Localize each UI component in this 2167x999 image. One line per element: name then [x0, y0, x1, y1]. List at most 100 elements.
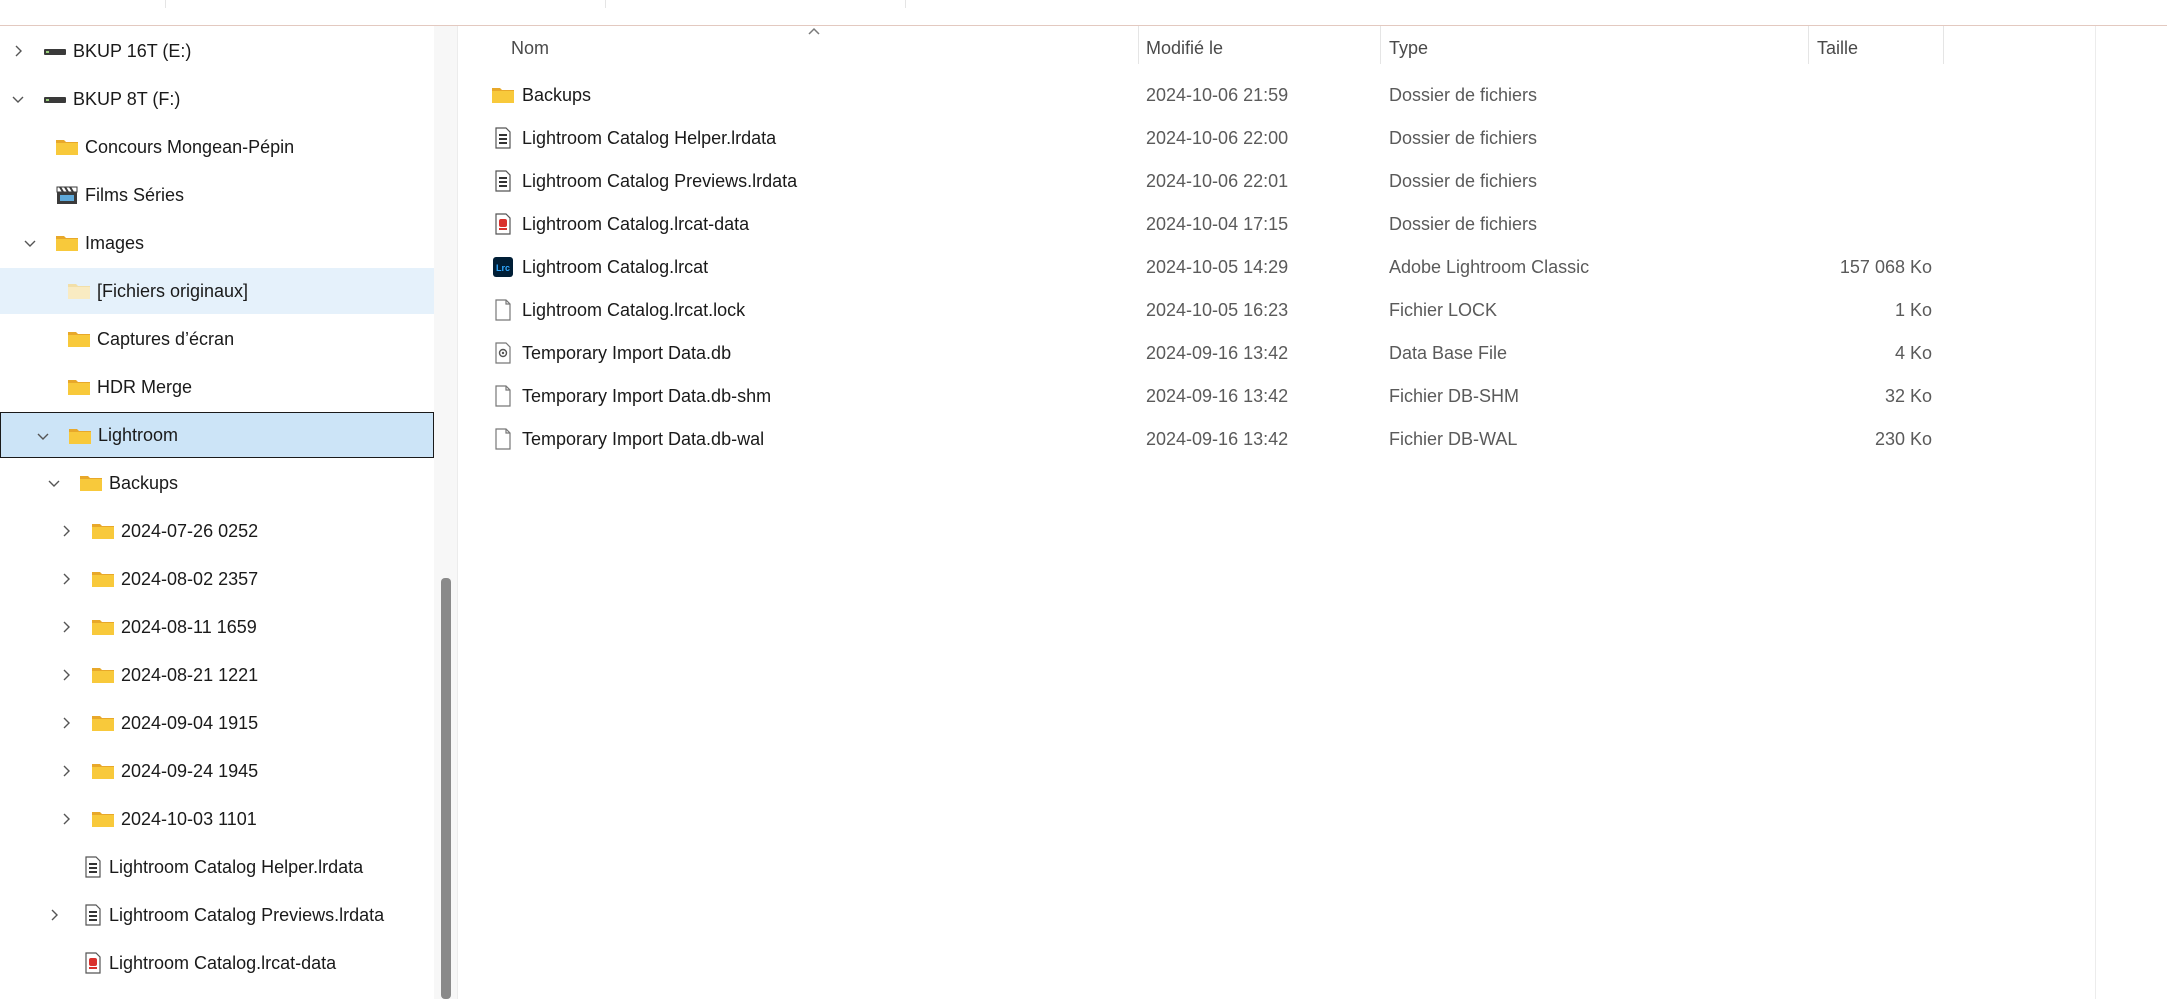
chevron-right-icon[interactable]: [59, 524, 73, 538]
chevron-right-icon[interactable]: [59, 572, 73, 586]
nav-tree-item[interactable]: BKUP 16T (E:): [0, 28, 434, 74]
folder-icon: [55, 233, 79, 253]
file-row[interactable]: Temporary Import Data.db-shm 2024-09-16 1…: [458, 375, 2048, 417]
folder-icon: [67, 377, 91, 397]
file-size: 4 Ko: [1894, 342, 1932, 363]
file-type: Dossier de fichiers: [1389, 213, 1538, 234]
file-type: Dossier de fichiers: [1389, 127, 1538, 148]
nav-tree-item[interactable]: 2024-10-03 1101: [0, 796, 434, 842]
folder-icon: [91, 569, 115, 589]
column-header-modified[interactable]: Modifié le: [1146, 26, 1346, 70]
file-name: Lightroom Catalog.lrcat.lock: [522, 299, 746, 320]
nav-scrollbar[interactable]: [434, 26, 458, 999]
chevron-down-icon[interactable]: [11, 92, 25, 106]
scrollbar-thumb[interactable]: [441, 578, 451, 999]
nav-tree-item[interactable]: Lightroom Catalog.lrcat-data: [0, 940, 434, 986]
column-divider[interactable]: [1943, 26, 1944, 64]
navigation-pane[interactable]: BKUP 16T (E:) BKUP 8T (F:) Concours Mongea…: [0, 26, 434, 999]
file-name: Lightroom Catalog.lrcat: [522, 256, 709, 277]
column-divider[interactable]: [1808, 26, 1809, 64]
column-header-type[interactable]: Type: [1389, 26, 1689, 70]
folder-icon: [79, 473, 103, 493]
file-size: 32 Ko: [1884, 385, 1932, 406]
nav-tree-item[interactable]: Images: [0, 220, 434, 266]
folder-icon: [55, 137, 79, 157]
nav-tree-item[interactable]: 2024-08-11 1659: [0, 604, 434, 650]
nav-tree-item-label: Lightroom: [98, 424, 179, 445]
chevron-down-icon[interactable]: [23, 236, 37, 250]
lrcat-data-icon: [492, 213, 514, 235]
file-type: Data Base File: [1389, 342, 1508, 363]
file-name: Temporary Import Data.db-wal: [522, 428, 765, 449]
file-row[interactable]: Lightroom Catalog Previews.lrdata 2024-10…: [458, 160, 2048, 202]
file-modified: 2024-10-06 22:00: [1146, 127, 1289, 148]
top-strip: [0, 0, 2167, 26]
chevron-right-icon[interactable]: [47, 908, 61, 922]
file-size: 157 068 Ko: [1839, 256, 1932, 277]
folder-icon: [68, 426, 92, 446]
file-row[interactable]: Temporary Import Data.db-wal 2024-09-16 1…: [458, 418, 2048, 460]
file-type: Adobe Lightroom Classic: [1389, 256, 1590, 277]
file-name: Lightroom Catalog Previews.lrdata: [522, 170, 798, 191]
column-divider[interactable]: [1138, 26, 1139, 64]
divider: [165, 0, 166, 8]
file-row[interactable]: Backups 2024-10-06 21:59 Dossier de fichie…: [458, 74, 2048, 116]
nav-tree-item[interactable]: BKUP 8T (F:): [0, 76, 434, 122]
nav-tree-item-label: BKUP 8T (F:): [73, 88, 181, 109]
column-divider[interactable]: [1380, 26, 1381, 64]
nav-tree-item[interactable]: Lightroom Catalog Helper.lrdata: [0, 844, 434, 890]
drive-icon: [43, 41, 67, 61]
nav-tree-item[interactable]: Lightroom: [0, 412, 434, 458]
column-header-label: Type: [1389, 37, 1429, 58]
nav-tree-item[interactable]: Lightroom Catalog Previews.lrdata: [0, 892, 434, 938]
chevron-right-icon[interactable]: [59, 764, 73, 778]
folder-icon: [91, 761, 115, 781]
divider: [605, 0, 606, 8]
file-row[interactable]: Lightroom Catalog.lrcat-data 2024-10-04 1…: [458, 203, 2048, 245]
nav-tree-item[interactable]: Backups: [0, 460, 434, 506]
file-modified: 2024-10-04 17:15: [1146, 213, 1289, 234]
file-type: Fichier DB-WAL: [1389, 428, 1518, 449]
chevron-down-icon[interactable]: [47, 476, 61, 490]
nav-tree-item[interactable]: [Fichiers originaux]: [0, 268, 434, 314]
column-header-label: Nom: [511, 37, 550, 58]
blank-file-icon: [492, 428, 514, 450]
file-row[interactable]: Temporary Import Data.db 2024-09-16 13:42…: [458, 332, 2048, 374]
folder-icon: [67, 329, 91, 349]
file-row[interactable]: Lightroom Catalog.lrcat.lock 2024-10-05 1…: [458, 289, 2048, 331]
nav-tree-item-label: BKUP 16T (E:): [73, 40, 192, 61]
nav-tree-item-label: Concours Mongean-Pépin: [85, 136, 295, 157]
nav-tree-item-label: 2024-10-03 1101: [121, 808, 257, 829]
column-header-size[interactable]: Taille: [1817, 26, 1937, 70]
nav-tree-item[interactable]: 2024-08-02 2357: [0, 556, 434, 602]
chevron-right-icon[interactable]: [59, 812, 73, 826]
nav-tree-item[interactable]: 2024-08-21 1221: [0, 652, 434, 698]
file-list[interactable]: Nom Modifié le Type Taille Backups 2024-1…: [458, 26, 2167, 999]
column-header-name[interactable]: Nom: [511, 26, 811, 70]
nav-tree-item-label: 2024-07-26 0252: [121, 520, 259, 541]
file-name: Lightroom Catalog.lrcat-data: [522, 213, 750, 234]
file-row[interactable]: Lightroom Catalog Helper.lrdata 2024-10-0…: [458, 117, 2048, 159]
lrdata-icon: [492, 127, 514, 149]
chevron-down-icon[interactable]: [36, 429, 50, 443]
nav-tree-item[interactable]: Films Séries: [0, 172, 434, 218]
chevron-right-icon[interactable]: [11, 44, 25, 58]
chevron-right-icon[interactable]: [59, 716, 73, 730]
lrdata-icon: [492, 170, 514, 192]
chevron-right-icon[interactable]: [59, 620, 73, 634]
folder-pale-icon: [67, 281, 91, 301]
chevron-right-icon[interactable]: [59, 668, 73, 682]
nav-tree-item[interactable]: 2024-09-24 1945: [0, 748, 434, 794]
nav-tree-item[interactable]: 2024-09-04 1915: [0, 700, 434, 746]
nav-tree-item-label: HDR Merge: [97, 376, 193, 397]
nav-tree-item[interactable]: 2024-07-26 0252: [0, 508, 434, 554]
nav-tree-item-label: 2024-08-02 2357: [121, 568, 259, 589]
file-size: 230 Ko: [1874, 428, 1932, 449]
nav-tree-item[interactable]: Captures d’écran: [0, 316, 434, 362]
file-size: [1748, 160, 1932, 202]
file-row[interactable]: Lrc Lightroom Catalog.lrcat 2024-10-05 14:…: [458, 246, 2048, 288]
nav-tree-item-label: 2024-08-21 1221: [121, 664, 259, 685]
nav-tree-item[interactable]: Concours Mongean-Pépin: [0, 124, 434, 170]
nav-tree-item-label: Images: [85, 232, 145, 253]
nav-tree-item[interactable]: HDR Merge: [0, 364, 434, 410]
